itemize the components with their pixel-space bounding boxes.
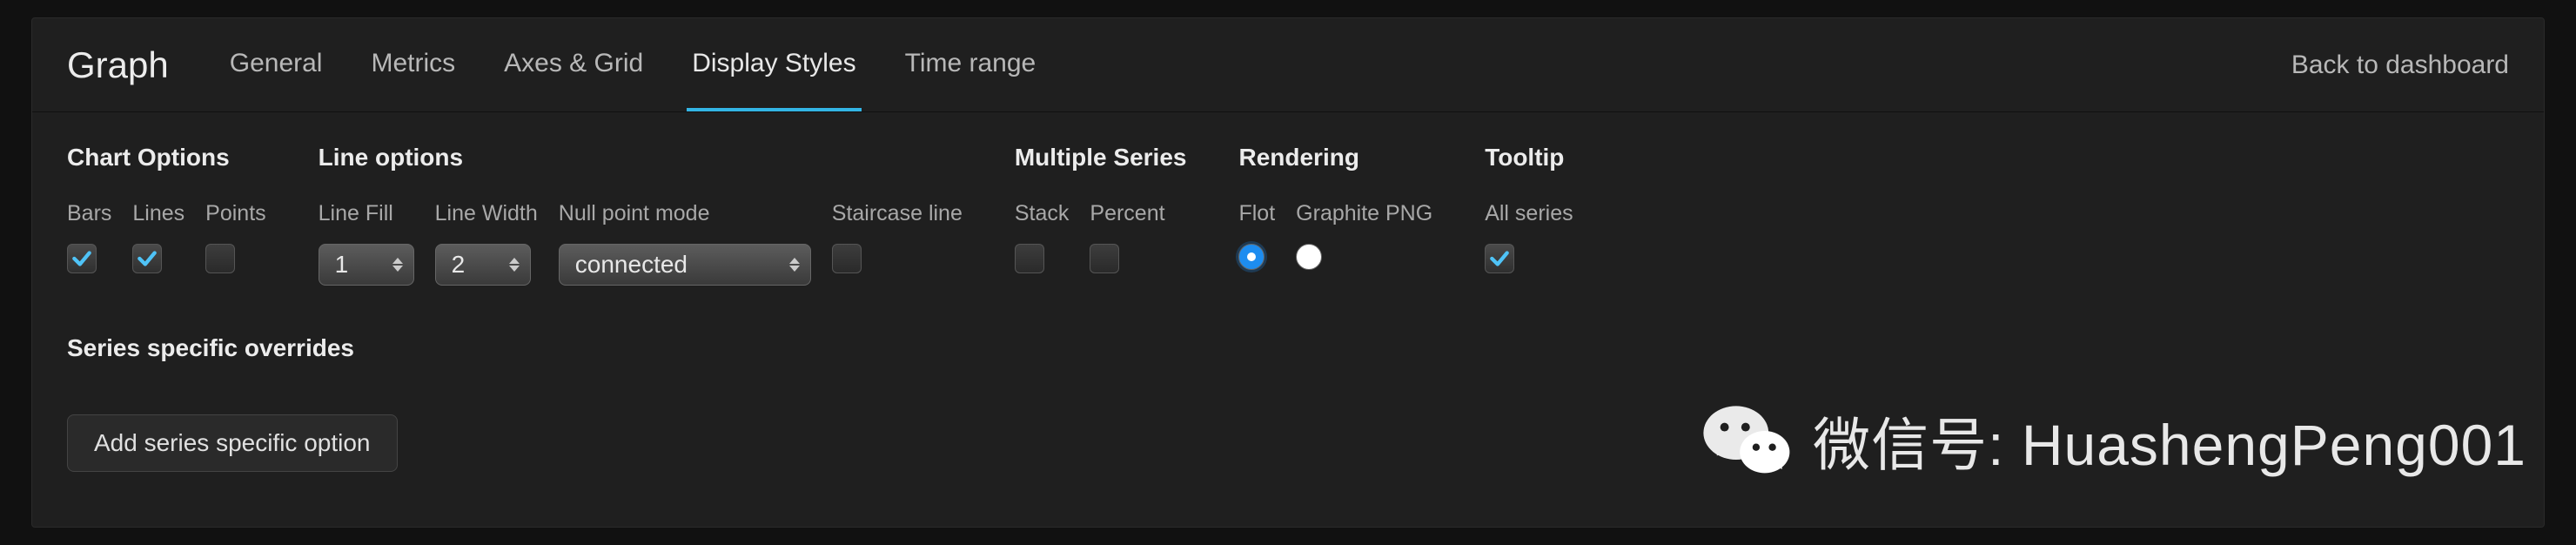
- checkbox-bars[interactable]: [67, 244, 97, 273]
- stepper-arrows-icon: [509, 258, 520, 272]
- tab-bar: Graph General Metrics Axes & Grid Displa…: [32, 18, 2544, 112]
- checkbox-all-series[interactable]: [1485, 244, 1514, 273]
- label-all-series: All series: [1485, 201, 1573, 226]
- panel-title: Graph: [67, 44, 169, 86]
- select-line-width[interactable]: 2: [435, 244, 531, 286]
- label-staircase-line: Staircase line: [832, 201, 963, 226]
- stepper-arrows-icon: [392, 258, 403, 272]
- label-stack: Stack: [1015, 201, 1070, 226]
- select-line-fill[interactable]: 1: [319, 244, 414, 286]
- group-title: Rendering: [1238, 144, 1432, 172]
- check-icon: [136, 247, 158, 270]
- series-overrides-title: Series specific overrides: [67, 334, 2509, 362]
- checkbox-percent[interactable]: [1090, 244, 1119, 273]
- label-flot: Flot: [1238, 201, 1275, 226]
- tab-axes-and-grid[interactable]: Axes & Grid: [499, 19, 648, 111]
- group-title: Tooltip: [1485, 144, 1573, 172]
- option-groups-row: Chart Options Bars Lines: [67, 144, 2509, 286]
- select-null-point-mode[interactable]: connected: [559, 244, 811, 286]
- label-line-width: Line Width: [435, 201, 538, 226]
- checkbox-staircase[interactable]: [832, 244, 862, 273]
- group-tooltip: Tooltip All series: [1485, 144, 1573, 286]
- tab-time-range[interactable]: Time range: [900, 19, 1042, 111]
- display-styles-panel: Graph General Metrics Axes & Grid Displa…: [31, 17, 2545, 528]
- group-title: Multiple Series: [1015, 144, 1187, 172]
- tab-general[interactable]: General: [225, 19, 328, 111]
- group-title: Line options: [319, 144, 963, 172]
- back-to-dashboard-link[interactable]: Back to dashboard: [2291, 50, 2509, 80]
- radio-flot[interactable]: [1238, 244, 1265, 270]
- label-bars: Bars: [67, 201, 111, 226]
- group-line-options: Line options Line Fill 1 Line Width 2: [319, 144, 963, 286]
- label-percent: Percent: [1090, 201, 1164, 226]
- panel-body: Chart Options Bars Lines: [32, 112, 2544, 503]
- checkbox-stack[interactable]: [1015, 244, 1044, 273]
- group-title: Chart Options: [67, 144, 266, 172]
- label-points: Points: [205, 201, 265, 226]
- checkbox-lines[interactable]: [132, 244, 162, 273]
- label-line-fill: Line Fill: [319, 201, 414, 226]
- check-icon: [1488, 247, 1511, 270]
- label-lines: Lines: [132, 201, 184, 226]
- group-chart-options: Chart Options Bars Lines: [67, 144, 266, 286]
- tab-display-styles[interactable]: Display Styles: [687, 19, 861, 111]
- group-rendering: Rendering Flot Graphite PNG: [1238, 144, 1432, 286]
- select-value: 2: [452, 251, 466, 279]
- tab-metrics[interactable]: Metrics: [366, 19, 460, 111]
- group-multiple-series: Multiple Series Stack Percent: [1015, 144, 1187, 286]
- stepper-arrows-icon: [789, 258, 800, 272]
- add-series-override-button[interactable]: Add series specific option: [67, 414, 398, 472]
- select-value: 1: [335, 251, 349, 279]
- label-graphite-png: Graphite PNG: [1296, 201, 1432, 226]
- select-value: connected: [575, 251, 688, 279]
- label-null-point-mode: Null point mode: [559, 201, 811, 226]
- radio-graphite-png[interactable]: [1296, 244, 1322, 270]
- checkbox-points[interactable]: [205, 244, 235, 273]
- check-icon: [70, 247, 93, 270]
